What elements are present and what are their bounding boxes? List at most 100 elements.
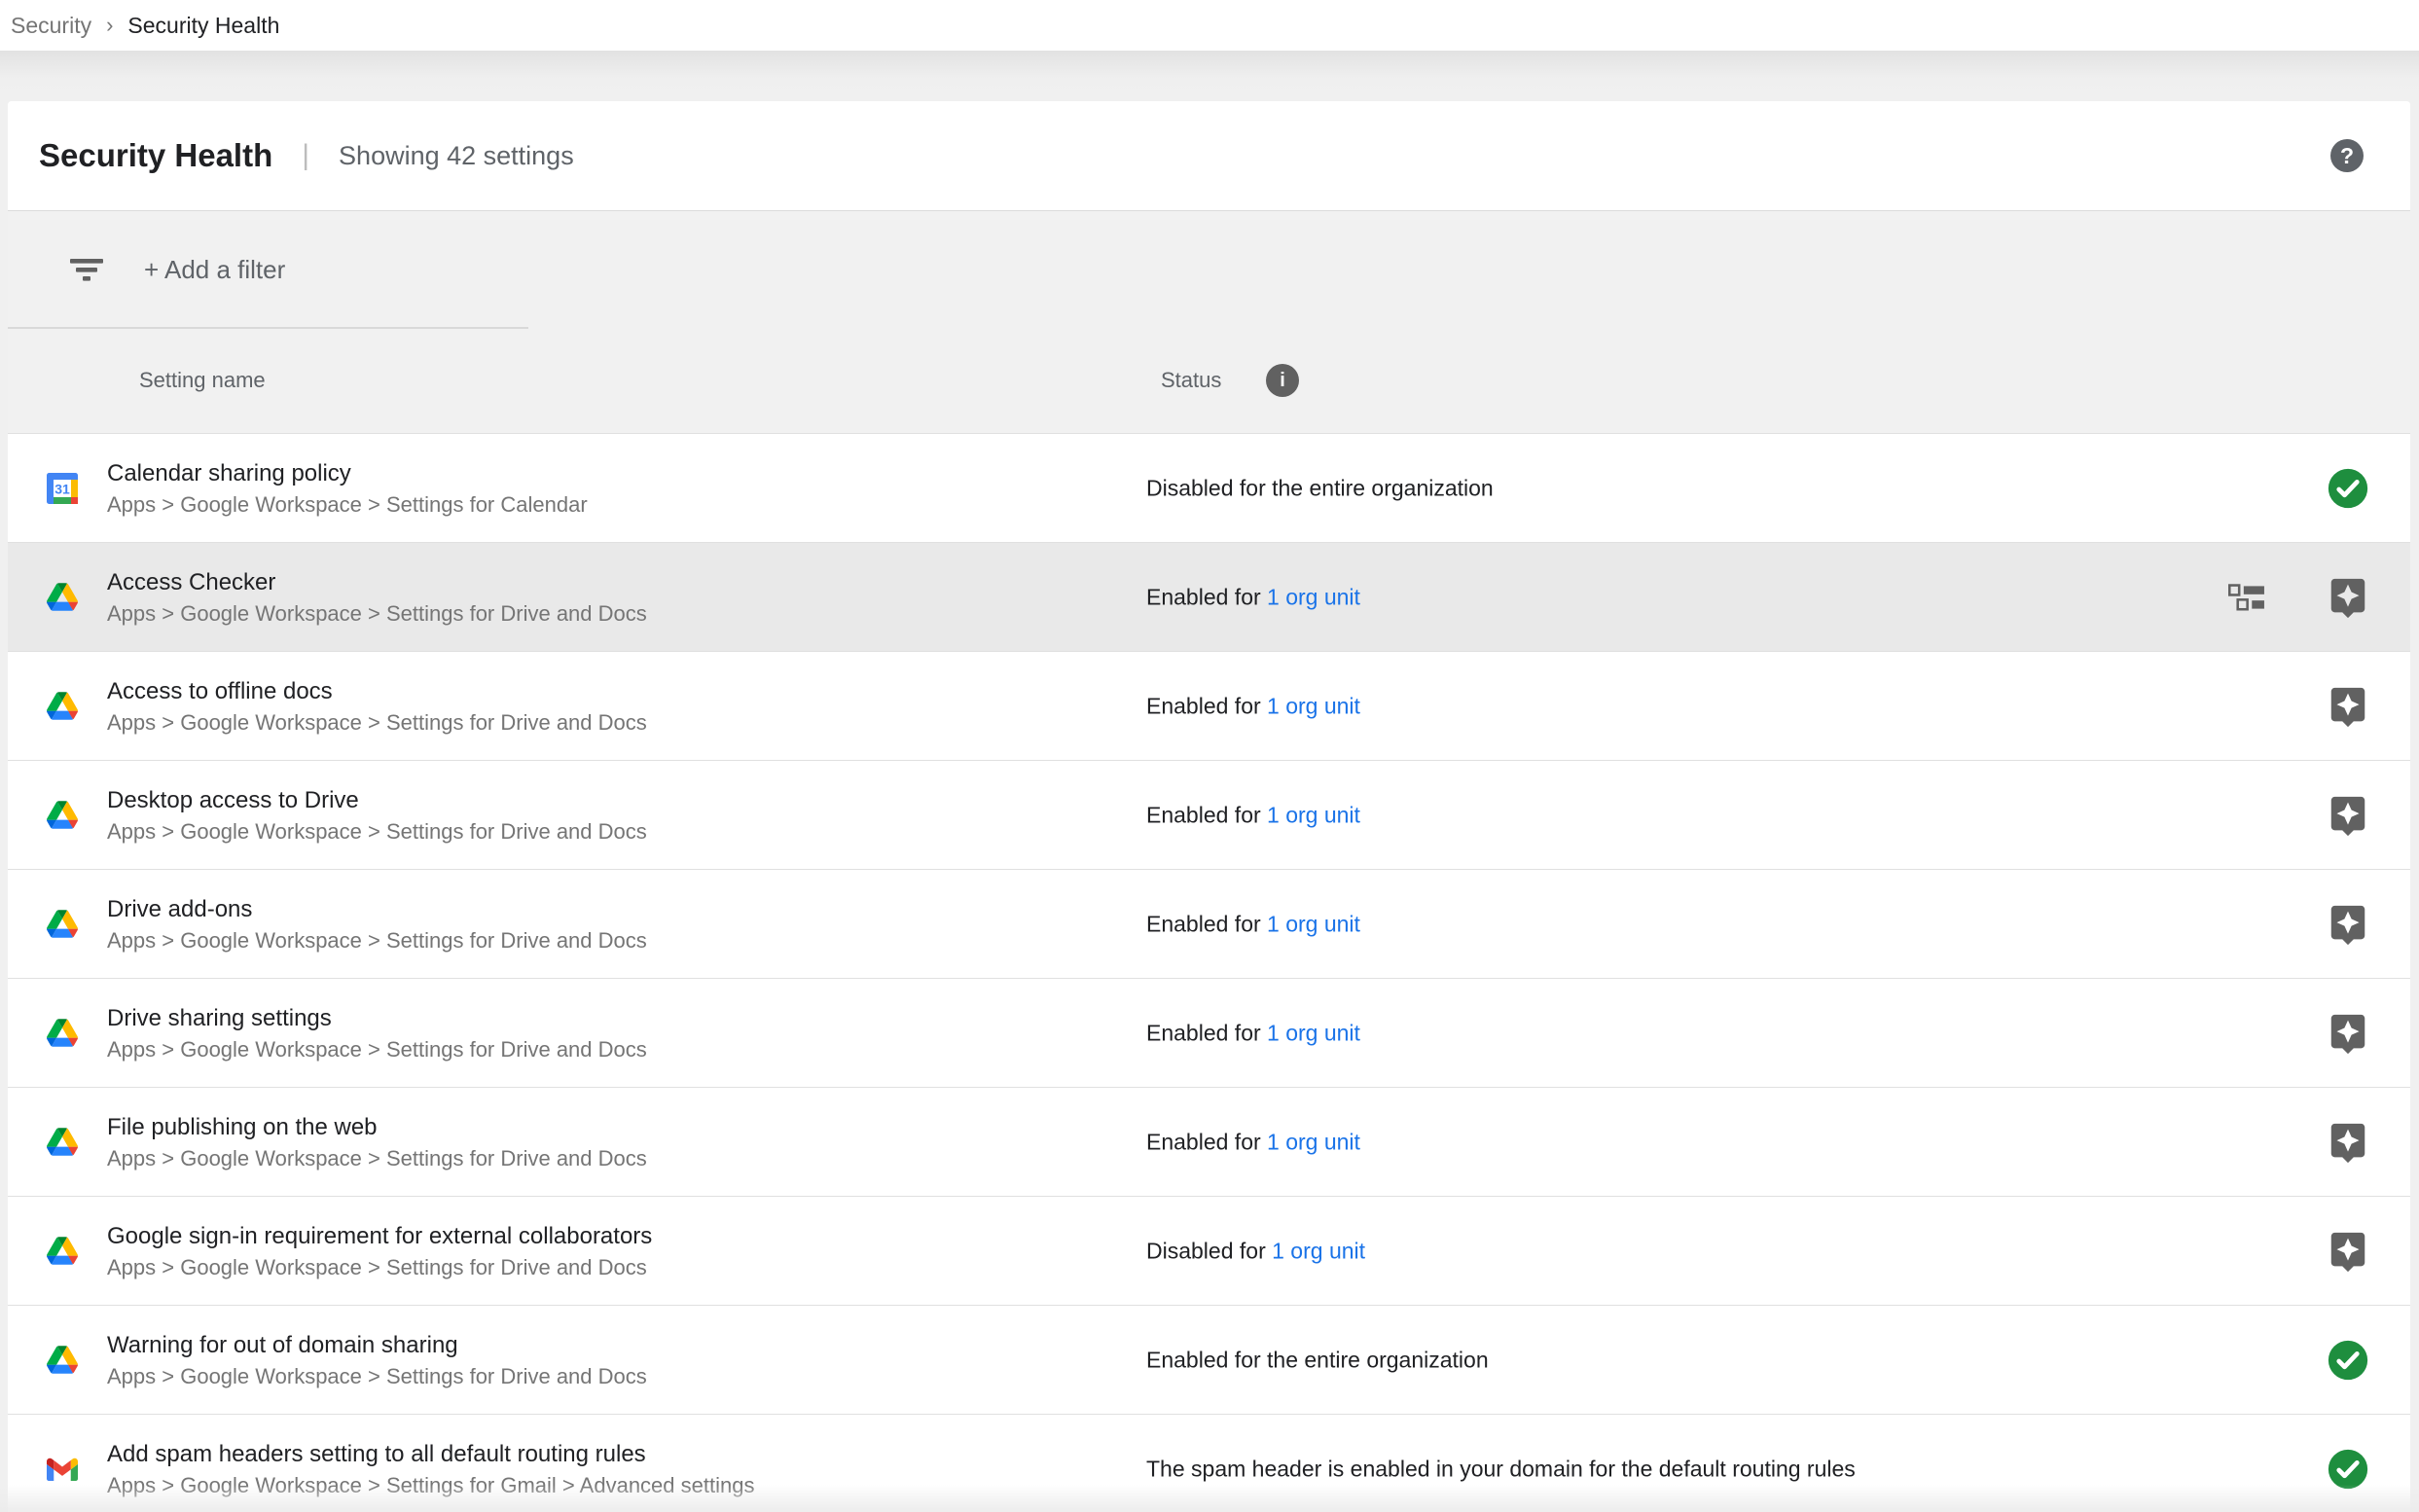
setting-title: File publishing on the web	[107, 1110, 647, 1144]
app-icon-slot	[47, 582, 78, 613]
filter-bar: + Add a filter	[8, 211, 2410, 328]
settings-table: 31 Calendar sharing policy Apps > Google…	[8, 433, 2410, 1512]
table-row-10[interactable]: Add spam headers setting to all default …	[8, 1414, 2410, 1512]
title-divider: |	[302, 139, 309, 172]
table-row-1[interactable]: 31 Calendar sharing policy Apps > Google…	[8, 433, 2410, 542]
status-indicator-slot	[2326, 1340, 2370, 1381]
setting-path: Apps > Google Workspace > Settings for D…	[107, 1362, 647, 1391]
status-text: Enabled for	[1146, 584, 1267, 609]
status-org-unit-link[interactable]: 1 org unit	[1267, 1129, 1360, 1154]
status-indicator-slot	[2326, 902, 2370, 947]
settings-count: Showing 42 settings	[339, 141, 574, 171]
setting-path: Apps > Google Workspace > Settings for D…	[107, 1144, 647, 1173]
status-org-unit-link[interactable]: 1 org unit	[1272, 1238, 1365, 1263]
setting-path: Apps > Google Workspace > Settings for C…	[107, 490, 588, 520]
drive-icon	[47, 692, 78, 720]
drive-icon	[47, 801, 78, 829]
status-indicator-slot	[2326, 684, 2370, 729]
drive-icon	[47, 1346, 78, 1374]
recommendation-icon[interactable]	[2326, 575, 2370, 620]
table-row-4[interactable]: Desktop access to Drive Apps > Google Wo…	[8, 760, 2410, 869]
breadcrumb-parent-link[interactable]: Security	[11, 13, 91, 39]
app-icon-slot	[47, 1454, 78, 1485]
setting-status: Enabled for 1 org unit	[1146, 911, 1360, 937]
status-org-unit-link[interactable]: 1 org unit	[1267, 911, 1360, 936]
status-org-unit-link[interactable]: 1 org unit	[1267, 802, 1360, 827]
status-indicator-slot	[2326, 1229, 2370, 1274]
filter-icon[interactable]	[69, 257, 104, 283]
setting-title: Warning for out of domain sharing	[107, 1328, 647, 1362]
breadcrumb: Security › Security Health	[0, 0, 2419, 51]
table-header: Setting name Status i	[8, 328, 2410, 433]
setting-status: Enabled for 1 org unit	[1146, 584, 1360, 610]
drive-icon	[47, 583, 78, 611]
add-filter-button[interactable]: + Add a filter	[144, 255, 285, 285]
status-indicator-slot	[2326, 1449, 2370, 1490]
status-indicator-slot	[2326, 793, 2370, 838]
page-title: Security Health	[39, 137, 272, 174]
status-text: Enabled for	[1146, 911, 1267, 936]
recommendation-icon[interactable]	[2326, 684, 2370, 729]
status-text: Enabled for the entire organization	[1146, 1347, 1489, 1372]
recommendation-icon[interactable]	[2326, 1120, 2370, 1165]
recommendation-icon[interactable]	[2326, 1011, 2370, 1056]
table-row-9[interactable]: Warning for out of domain sharing Apps >…	[8, 1305, 2410, 1414]
app-icon-slot	[47, 1018, 78, 1049]
table-row-8[interactable]: Google sign-in requirement for external …	[8, 1196, 2410, 1305]
status-text: Enabled for	[1146, 1129, 1267, 1154]
drive-icon	[47, 910, 78, 938]
app-icon-slot	[47, 1345, 78, 1376]
status-text: Enabled for	[1146, 1020, 1267, 1045]
setting-status: Disabled for 1 org unit	[1146, 1238, 1365, 1264]
column-header-status: Status	[1161, 368, 1221, 393]
card-header: Security Health | Showing 42 settings ?	[8, 101, 2410, 211]
status-text: Enabled for	[1146, 802, 1267, 827]
recommendation-icon[interactable]	[2326, 1229, 2370, 1274]
setting-path: Apps > Google Workspace > Settings for D…	[107, 708, 647, 738]
status-org-unit-link[interactable]: 1 org unit	[1267, 693, 1360, 718]
recommendation-icon[interactable]	[2326, 902, 2370, 947]
setting-path: Apps > Google Workspace > Settings for D…	[107, 599, 647, 629]
setting-status: Enabled for 1 org unit	[1146, 1020, 1360, 1046]
table-row-2[interactable]: Access Checker Apps > Google Workspace >…	[8, 542, 2410, 651]
status-indicator-slot	[2326, 575, 2370, 620]
calendar-icon: 31	[47, 473, 78, 504]
status-info-icon[interactable]: i	[1266, 364, 1299, 397]
status-text: Enabled for	[1146, 693, 1267, 718]
setting-status: Enabled for 1 org unit	[1146, 802, 1360, 828]
setting-title: Add spam headers setting to all default …	[107, 1437, 754, 1471]
setting-status: Enabled for 1 org unit	[1146, 693, 1360, 719]
drive-icon	[47, 1128, 78, 1156]
setting-status: Disabled for the entire organization	[1146, 475, 1494, 501]
gmail-icon	[47, 1457, 78, 1482]
setting-path: Apps > Google Workspace > Settings for D…	[107, 926, 647, 955]
breadcrumb-current: Security Health	[127, 13, 279, 39]
status-ok-icon	[2328, 1449, 2368, 1490]
table-row-5[interactable]: Drive add-ons Apps > Google Workspace > …	[8, 869, 2410, 978]
setting-path: Apps > Google Workspace > Settings for D…	[107, 1035, 647, 1064]
status-text: Disabled for the entire organization	[1146, 475, 1494, 500]
setting-title: Drive add-ons	[107, 892, 647, 926]
setting-title: Access to offline docs	[107, 674, 647, 708]
table-row-3[interactable]: Access to offline docs Apps > Google Wor…	[8, 651, 2410, 760]
app-icon-slot	[47, 909, 78, 940]
status-indicator-slot	[2326, 1120, 2370, 1165]
page-background-band	[0, 51, 2419, 101]
setting-title: Access Checker	[107, 565, 647, 599]
app-icon-slot	[47, 1236, 78, 1267]
setting-title: Desktop access to Drive	[107, 783, 647, 817]
recommendation-icon[interactable]	[2326, 793, 2370, 838]
drive-icon	[47, 1019, 78, 1047]
status-indicator-slot	[2326, 468, 2370, 509]
table-row-7[interactable]: File publishing on the web Apps > Google…	[8, 1087, 2410, 1196]
status-org-unit-link[interactable]: 1 org unit	[1267, 584, 1360, 609]
app-icon-slot	[47, 691, 78, 722]
drive-icon	[47, 1237, 78, 1265]
help-icon[interactable]: ?	[2330, 139, 2364, 172]
org-icon-slot	[2228, 584, 2265, 611]
breadcrumb-chevron-icon: ›	[106, 13, 113, 38]
status-org-unit-link[interactable]: 1 org unit	[1267, 1020, 1360, 1045]
status-ok-icon	[2328, 468, 2368, 509]
table-row-6[interactable]: Drive sharing settings Apps > Google Wor…	[8, 978, 2410, 1087]
column-header-setting-name: Setting name	[139, 368, 266, 393]
